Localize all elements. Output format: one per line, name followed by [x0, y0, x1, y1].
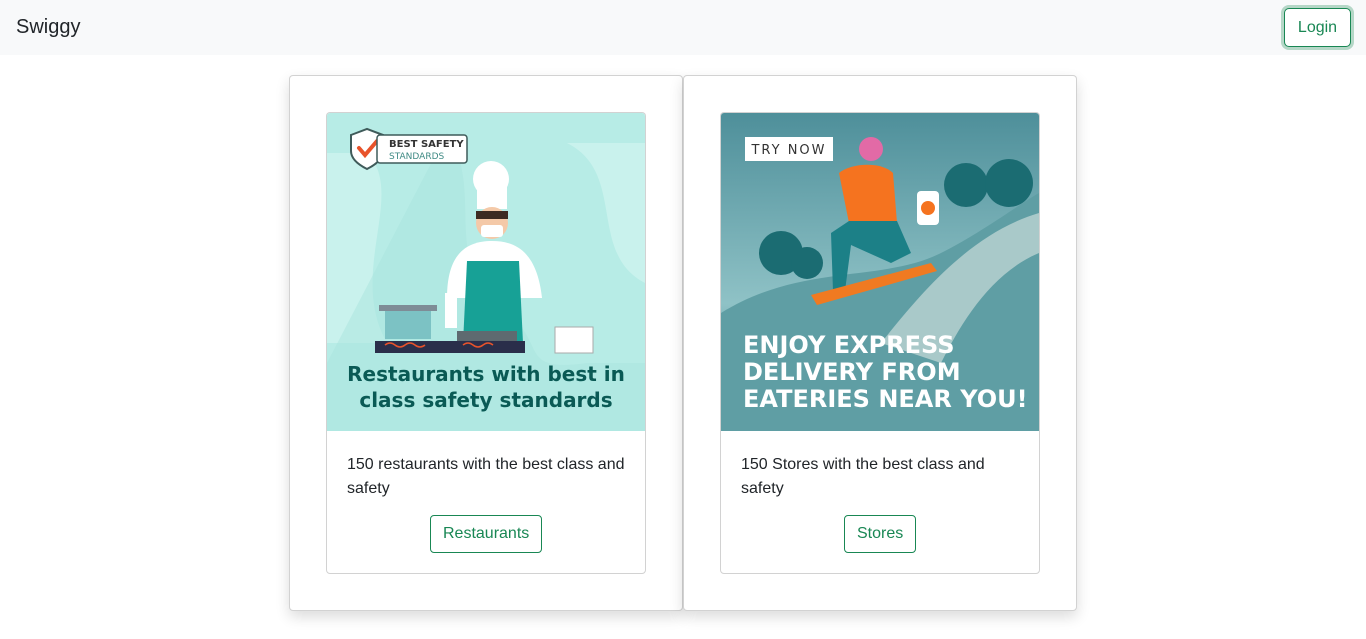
badge-line1: BEST SAFETY — [389, 139, 464, 150]
login-button[interactable]: Login — [1284, 8, 1351, 47]
restaurants-card: BEST SAFETY STANDARDS Restaurants with b… — [326, 112, 646, 574]
banner-headline-line1: ENJOY EXPRESS — [743, 331, 955, 359]
stores-button[interactable]: Stores — [844, 515, 916, 553]
banner-headline-line1: Restaurants with best in — [347, 362, 625, 386]
stores-banner-image: TRY NOW ENJOY EXPRESS DELIVERY FROM EATE… — [721, 113, 1039, 431]
restaurants-card-container: BEST SAFETY STANDARDS Restaurants with b… — [289, 75, 683, 611]
stores-card: TRY NOW ENJOY EXPRESS DELIVERY FROM EATE… — [720, 112, 1040, 574]
banner-headline-line2: class safety standards — [359, 388, 612, 412]
navbar: Swiggy Login — [0, 0, 1366, 55]
badge-line2: STANDARDS — [389, 152, 445, 162]
stores-card-text: 150 Stores with the best class and safet… — [741, 456, 985, 497]
restaurants-card-text: 150 restaurants with the best class and … — [347, 456, 625, 497]
restaurants-button[interactable]: Restaurants — [430, 515, 542, 553]
banner-headline-line3: EATERIES NEAR YOU! — [743, 385, 1028, 413]
banner-headline-line2: DELIVERY FROM — [743, 358, 961, 386]
brand-logo[interactable]: Swiggy — [16, 14, 80, 40]
try-now-tag: TRY NOW — [750, 143, 826, 158]
restaurants-banner-image: BEST SAFETY STANDARDS Restaurants with b… — [327, 113, 645, 431]
stores-card-container: TRY NOW ENJOY EXPRESS DELIVERY FROM EATE… — [683, 75, 1077, 611]
